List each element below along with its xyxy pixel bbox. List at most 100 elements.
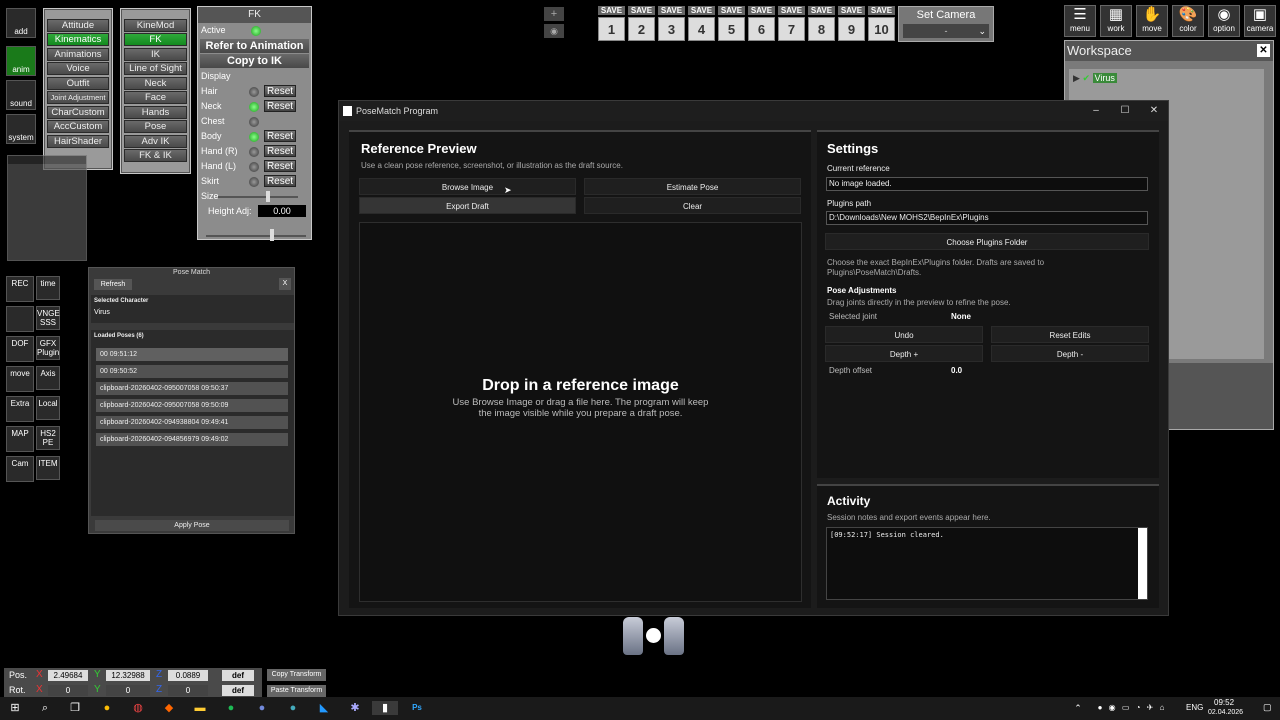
language-indicator[interactable]: ENG	[1186, 703, 1203, 712]
pose-list-item[interactable]: clipboard-20260402-094856979 09:49:02	[96, 433, 288, 446]
vscode-icon[interactable]: ◣	[314, 701, 334, 715]
tool-blank[interactable]	[6, 306, 34, 332]
expand-arrow-icon[interactable]: ▶	[1073, 73, 1080, 83]
tool-time[interactable]: time	[36, 276, 60, 300]
fk-toggle[interactable]	[249, 102, 259, 112]
studio-icon[interactable]: ✱	[345, 701, 365, 715]
task-view-icon[interactable]: ❐	[65, 701, 85, 715]
menu-item-acccustom[interactable]: AccCustom	[47, 120, 109, 133]
browse-image-button[interactable]: Browse Image	[359, 178, 576, 195]
tool-map[interactable]: MAP	[6, 426, 34, 452]
menu-item-voice[interactable]: Voice	[47, 62, 109, 75]
windows-start-icon[interactable]: ⊞	[5, 701, 25, 715]
menu-item-charcustom[interactable]: CharCustom	[47, 105, 109, 119]
fk-reset-button[interactable]: Reset	[264, 175, 296, 187]
copy-transform-button[interactable]: Copy Transform	[267, 669, 326, 681]
kine-item-fk-ik[interactable]: FK & IK	[124, 149, 187, 162]
tool-anim[interactable]: anim	[6, 46, 36, 76]
notification-icon[interactable]: ▢	[1263, 702, 1272, 713]
tool-vnge-sss[interactable]: VNGE SSS	[36, 306, 60, 330]
paste-transform-button[interactable]: Paste Transform	[267, 685, 326, 697]
save-slot-2[interactable]: SAVE 2	[628, 6, 655, 42]
camera-select[interactable]: - ⌄	[903, 24, 989, 38]
kine-item-fk[interactable]: FK	[124, 33, 187, 46]
menu-icon[interactable]: ☰ menu	[1064, 5, 1096, 37]
copy-to-ik-button[interactable]: Copy to IK	[200, 54, 309, 68]
save-slot-1[interactable]: SAVE 1	[598, 6, 625, 42]
tray-chevron-icon[interactable]: ⌃	[1068, 701, 1088, 715]
choose-plugins-folder-button[interactable]: Choose Plugins Folder	[825, 233, 1149, 250]
pos-def-button[interactable]: def	[222, 670, 254, 681]
pose-list-item[interactable]: 00 09:50:52	[96, 365, 288, 378]
height-adj-field[interactable]: 0.00	[258, 205, 306, 217]
current-reference-field[interactable]: No image loaded.	[826, 177, 1148, 191]
height-slider-track[interactable]	[206, 235, 306, 237]
pivot-marker[interactable]	[646, 628, 661, 643]
fk-toggle[interactable]	[249, 87, 259, 97]
tool-add[interactable]: add	[6, 8, 36, 38]
fk-active-toggle[interactable]	[251, 26, 261, 36]
rot-y-field[interactable]: 0	[106, 685, 150, 696]
tool-hs2-pe[interactable]: HS2 PE	[36, 426, 60, 450]
tool-local[interactable]: Local	[36, 396, 60, 420]
save-slot-7[interactable]: SAVE 7	[778, 6, 805, 42]
brave-icon[interactable]: ◆	[159, 701, 179, 715]
pose-match-close-button[interactable]: X	[279, 278, 291, 290]
tool-gfx-plugin[interactable]: GFX Plugin	[36, 336, 60, 360]
size-slider-track[interactable]	[218, 196, 298, 198]
posematch-taskbar-icon[interactable]: ▮	[372, 701, 398, 715]
menu-item-attitude[interactable]: Attitude	[47, 18, 109, 32]
save-slot-10[interactable]: SAVE 10	[868, 6, 895, 42]
spotify-icon[interactable]: ●	[221, 701, 241, 715]
fk-reset-button[interactable]: Reset	[264, 100, 296, 112]
rot-z-field[interactable]: 0	[168, 685, 208, 696]
clock-time[interactable]: 09:52	[1214, 698, 1234, 707]
tray-icons[interactable]: ● ◉ ▭ ◔ ✈ ⌂	[1088, 701, 1176, 715]
pose-list-item[interactable]: clipboard-20260402-094938804 09:49:41	[96, 416, 288, 429]
fk-reset-button[interactable]: Reset	[264, 85, 296, 97]
fk-toggle[interactable]	[249, 117, 259, 127]
kine-item-ik[interactable]: IK	[124, 47, 187, 61]
menu-item-animations[interactable]: Animations	[47, 47, 109, 61]
pose-list-item[interactable]: 00 09:51:12	[96, 348, 288, 361]
save-slot-9[interactable]: SAVE 9	[838, 6, 865, 42]
menu-item-outfit[interactable]: Outfit	[47, 76, 109, 90]
apply-pose-button[interactable]: Apply Pose	[95, 520, 289, 531]
menu-item-hairshader[interactable]: HairShader	[47, 134, 109, 148]
fk-toggle[interactable]	[249, 132, 259, 142]
rot-def-button[interactable]: def	[222, 685, 254, 696]
menu-item-joint-adjustment[interactable]: Joint Adjustment	[47, 91, 109, 104]
drop-zone[interactable]: Drop in a reference image Use Browse Ima…	[359, 222, 802, 602]
menu-item-kinematics[interactable]: Kinematics	[47, 33, 109, 46]
save-slot-5[interactable]: SAVE 5	[718, 6, 745, 42]
palette-icon[interactable]: 🎨 color	[1172, 5, 1204, 37]
pose-list-item[interactable]: clipboard-20260402-095007058 09:50:37	[96, 382, 288, 395]
search-icon[interactable]: ⌕	[35, 701, 55, 715]
browser-icon[interactable]: ◍	[128, 701, 148, 715]
fk-reset-button[interactable]: Reset	[264, 160, 296, 172]
kine-item-pose[interactable]: Pose	[124, 120, 187, 133]
depth-plus-button[interactable]: Depth +	[825, 345, 983, 362]
size-slider-handle[interactable]	[266, 191, 270, 202]
fk-toggle[interactable]	[249, 162, 259, 172]
save-slot-6[interactable]: SAVE 6	[748, 6, 775, 42]
kine-item-adv-ik[interactable]: Adv IK	[124, 134, 187, 148]
fk-reset-button[interactable]: Reset	[264, 130, 296, 142]
discord-icon[interactable]: ●	[252, 701, 272, 715]
tree-item-virus[interactable]: ▶ ✔ Virus	[1073, 73, 1117, 85]
app-blue-icon[interactable]: ●	[283, 701, 303, 715]
rot-x-field[interactable]: 0	[48, 685, 88, 696]
tool-dof[interactable]: DOF	[6, 336, 34, 362]
work-icon[interactable]: ▦ work	[1100, 5, 1132, 37]
activity-log-scrollbar[interactable]	[1138, 528, 1147, 599]
close-window-icon[interactable]: ✕	[1140, 101, 1168, 121]
fk-reset-button[interactable]: Reset	[264, 145, 296, 157]
kine-item-neck[interactable]: Neck	[124, 76, 187, 90]
tool-rec[interactable]: REC	[6, 276, 34, 302]
tool-move[interactable]: move	[6, 366, 34, 392]
reset-edits-button[interactable]: Reset Edits	[991, 326, 1149, 343]
view-plus-button[interactable]: +	[544, 7, 564, 21]
photoshop-icon[interactable]: Ps	[407, 701, 427, 715]
export-draft-button[interactable]: Export Draft	[359, 197, 576, 214]
pos-y-field[interactable]: 12.32988	[106, 670, 150, 681]
